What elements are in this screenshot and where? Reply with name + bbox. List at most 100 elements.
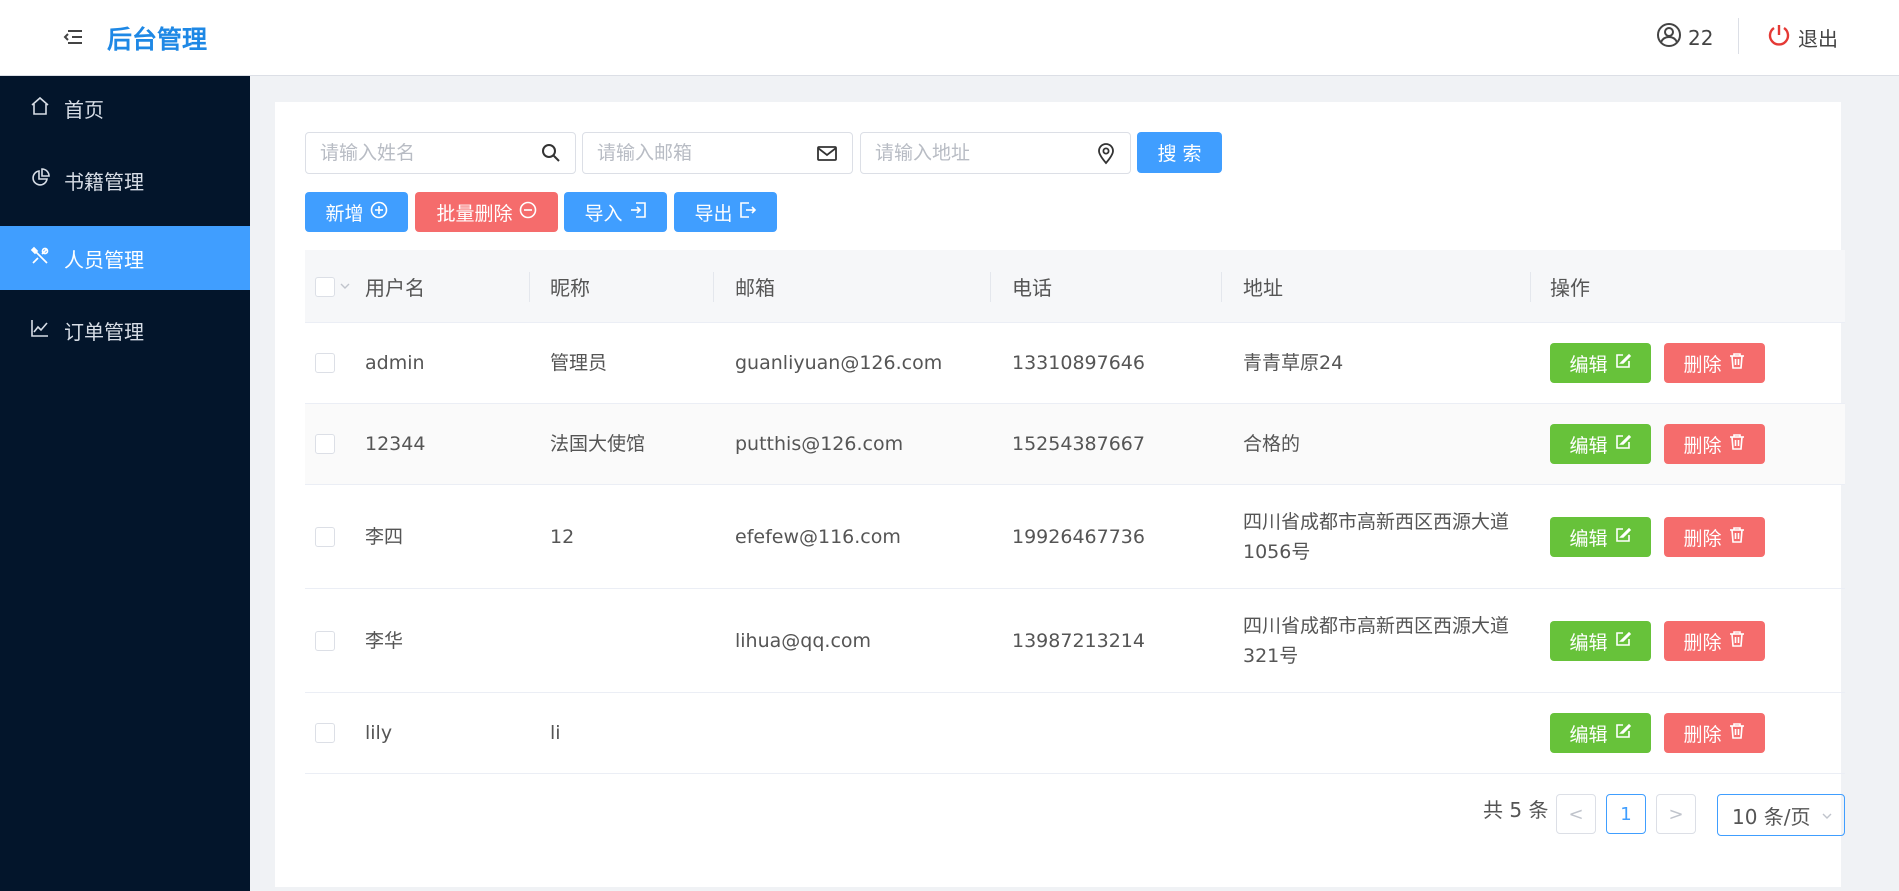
mail-icon: [816, 143, 838, 167]
edit-label: 编辑: [1569, 434, 1608, 457]
edit-button[interactable]: 编辑: [1550, 517, 1651, 557]
import-icon: [629, 201, 647, 224]
edit-button[interactable]: 编辑: [1550, 713, 1651, 753]
column-divider: [713, 272, 714, 302]
delete-label: 删除: [1683, 631, 1722, 654]
delete-button[interactable]: 删除: [1664, 343, 1765, 383]
row-checkbox[interactable]: [315, 631, 335, 651]
top-header: 后台管理 22 退出: [0, 0, 1899, 76]
edit-button[interactable]: 编辑: [1550, 343, 1651, 383]
delete-button[interactable]: 删除: [1664, 621, 1765, 661]
table-row: 李四 12 efefew@116.com 19926467736 四川省成都市高…: [305, 485, 1845, 589]
row-checkbox[interactable]: [315, 723, 335, 743]
sidebar-item-home[interactable]: 首页: [0, 76, 250, 140]
table-row: 12344 法国大使馆 putthis@126.com 15254387667 …: [305, 404, 1845, 485]
power-icon: [1766, 22, 1792, 53]
trash-icon: [1728, 630, 1746, 653]
column-header-nickname: 昵称: [550, 276, 590, 300]
page-size-value: 10 条/页: [1732, 804, 1811, 829]
sidebar-item-books[interactable]: 书籍管理: [0, 148, 250, 212]
cell-username: admin: [365, 352, 425, 374]
prev-page-button[interactable]: <: [1556, 794, 1596, 834]
column-header-actions: 操作: [1550, 276, 1590, 300]
cell-address: [1243, 693, 1523, 773]
delete-button[interactable]: 删除: [1664, 713, 1765, 753]
trash-icon: [1728, 526, 1746, 549]
row-checkbox[interactable]: [315, 434, 335, 454]
page-size-select[interactable]: 10 条/页: [1717, 794, 1845, 836]
batch-delete-button[interactable]: 批量删除: [415, 192, 558, 232]
cell-nickname: li: [550, 722, 561, 744]
add-button[interactable]: 新增: [305, 192, 408, 232]
name-search-input[interactable]: [306, 133, 526, 173]
sidebar-item-users[interactable]: 人员管理: [0, 226, 250, 290]
sidebar-item-orders[interactable]: 订单管理: [0, 298, 250, 362]
cell-phone: 19926467736: [1012, 525, 1145, 548]
chevron-down-icon: [1821, 803, 1833, 827]
column-divider: [990, 272, 991, 302]
name-search-field[interactable]: [305, 132, 576, 174]
cell-nickname: 管理员: [550, 352, 608, 374]
column-divider: [529, 272, 530, 302]
sidebar-item-label: 人员管理: [64, 247, 144, 272]
row-checkbox[interactable]: [315, 527, 335, 547]
sidebar-item-label: 书籍管理: [64, 169, 144, 194]
page-number-button[interactable]: 1: [1606, 794, 1646, 834]
cell-phone: 13987213214: [1012, 629, 1145, 652]
table-header: 用户名 昵称 邮箱 电话 地址 操作: [305, 250, 1845, 323]
column-header-email: 邮箱: [735, 276, 775, 300]
edit-label: 编辑: [1569, 353, 1608, 376]
row-checkbox[interactable]: [315, 353, 335, 373]
cell-address: 四川省成都市高新西区西源大道321号: [1243, 614, 1510, 667]
cell-username: 12344: [365, 433, 426, 455]
table-row: admin 管理员 guanliyuan@126.com 13310897646…: [305, 323, 1845, 404]
export-icon: [739, 201, 757, 224]
export-label: 导出: [694, 202, 733, 225]
user-menu[interactable]: 22: [1656, 22, 1713, 53]
menu-collapse-icon[interactable]: [62, 26, 84, 48]
pagination-total: 共 5 条: [1483, 798, 1549, 822]
address-search-input[interactable]: [861, 133, 1081, 173]
address-search-field[interactable]: [860, 132, 1131, 174]
edit-label: 编辑: [1569, 723, 1608, 746]
delete-label: 删除: [1683, 434, 1722, 457]
tools-icon: [30, 246, 50, 271]
edit-icon: [1614, 433, 1632, 456]
chevron-down-icon[interactable]: [339, 277, 351, 299]
user-count: 22: [1688, 25, 1714, 50]
add-label: 新增: [325, 202, 364, 225]
edit-button[interactable]: 编辑: [1550, 424, 1651, 464]
cell-address: 四川省成都市高新西区西源大道1056号: [1243, 510, 1510, 563]
logout-button[interactable]: 退出: [1766, 22, 1838, 53]
pie-chart-icon: [30, 167, 50, 193]
cell-username: lily: [365, 722, 393, 744]
export-button[interactable]: 导出: [674, 192, 777, 232]
edit-icon: [1614, 526, 1632, 549]
select-all-checkbox[interactable]: [315, 277, 335, 297]
column-header-username: 用户名: [365, 276, 425, 300]
delete-button[interactable]: 删除: [1664, 517, 1765, 557]
search-icon: [541, 143, 561, 167]
cell-username: 李四: [365, 525, 404, 548]
brand-title: 后台管理: [107, 25, 208, 54]
sidebar-item-label: 首页: [64, 97, 104, 122]
delete-label: 删除: [1683, 723, 1722, 746]
column-divider: [1530, 272, 1531, 302]
edit-button[interactable]: 编辑: [1550, 621, 1651, 661]
cell-username: 李华: [365, 629, 404, 652]
delete-label: 删除: [1683, 527, 1722, 550]
edit-label: 编辑: [1569, 631, 1608, 654]
cell-email: efefew@116.com: [735, 525, 901, 548]
search-button[interactable]: 搜 索: [1137, 132, 1222, 173]
line-chart-icon: [30, 318, 50, 343]
email-search-field[interactable]: [582, 132, 853, 174]
email-search-input[interactable]: [583, 133, 803, 173]
trash-icon: [1728, 352, 1746, 375]
sidebar: 首页 书籍管理 人员管理 订单管理: [0, 76, 250, 891]
cell-phone: 15254387667: [1012, 433, 1145, 455]
delete-button[interactable]: 删除: [1664, 424, 1765, 464]
import-button[interactable]: 导入: [564, 192, 667, 232]
cell-email: putthis@126.com: [735, 433, 904, 455]
delete-label: 删除: [1683, 353, 1722, 376]
next-page-button[interactable]: >: [1656, 794, 1696, 834]
